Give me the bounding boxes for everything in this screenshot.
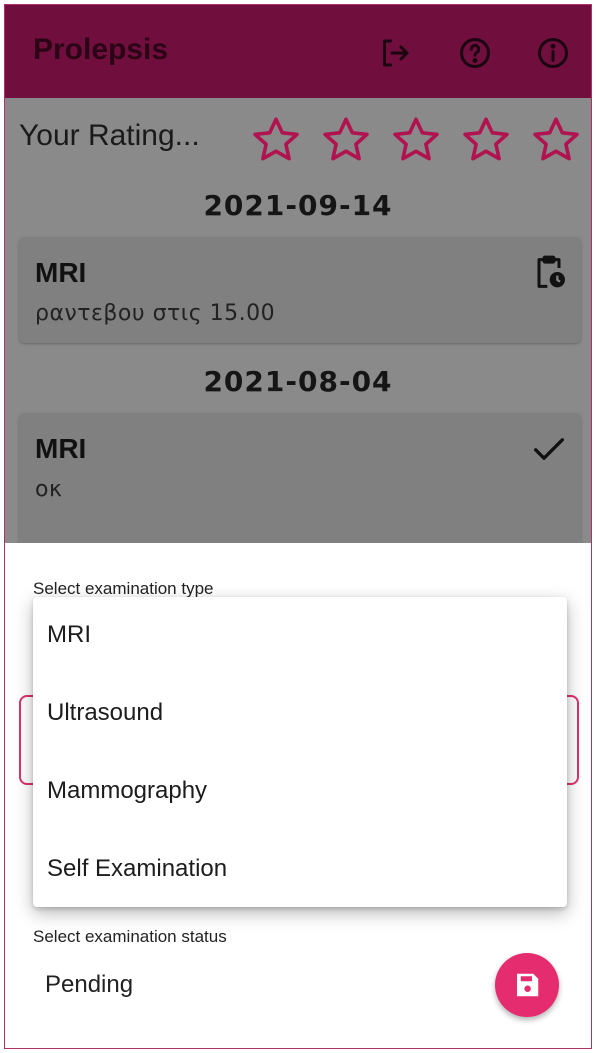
- star-icon[interactable]: [529, 113, 583, 167]
- save-button[interactable]: [495, 953, 559, 1017]
- info-icon[interactable]: [535, 35, 571, 71]
- star-icon[interactable]: [459, 113, 513, 167]
- star-icon[interactable]: [389, 113, 443, 167]
- save-icon: [517, 973, 539, 997]
- clipboard-clock-icon: [529, 253, 569, 293]
- logout-icon[interactable]: [377, 35, 413, 71]
- exam-type-label: Select examination type: [33, 579, 214, 598]
- dropdown-option-ultrasound[interactable]: Ultrasound: [33, 675, 567, 751]
- date-header: 2021-09-14: [203, 189, 393, 222]
- exam-title: MRI: [35, 257, 87, 288]
- app-title: Prolepsis: [33, 33, 169, 66]
- check-icon: [529, 429, 569, 469]
- exam-type-dropdown: MRI Ultrasound Mammography Self Examinat…: [33, 597, 567, 907]
- dropdown-option-self-examination[interactable]: Self Examination: [33, 831, 567, 907]
- exam-status-select[interactable]: Pending: [45, 971, 133, 999]
- dropdown-option-mammography[interactable]: Mammography: [33, 753, 567, 829]
- app-bar: Prolepsis: [5, 5, 591, 98]
- help-icon[interactable]: [457, 35, 493, 71]
- exam-card[interactable]: MRI ραντεβου στις 15.00: [19, 237, 581, 343]
- exam-note: ραντεβου στις 15.00: [35, 301, 276, 326]
- date-header: 2021-08-04: [203, 365, 393, 398]
- app-frame: Prolepsis Your Rating... 2021-09-14 MRI …: [4, 4, 592, 1049]
- rating-label: Your Rating...: [19, 119, 200, 152]
- star-icon[interactable]: [249, 113, 303, 167]
- exam-status-label: Select examination status: [33, 927, 227, 946]
- dropdown-option-mri[interactable]: MRI: [33, 597, 567, 673]
- star-icon[interactable]: [319, 113, 373, 167]
- rating-row: Your Rating...: [5, 105, 591, 169]
- exam-note: οκ: [35, 477, 63, 502]
- exam-card[interactable]: MRI οκ: [19, 413, 581, 553]
- exam-title: MRI: [35, 433, 87, 464]
